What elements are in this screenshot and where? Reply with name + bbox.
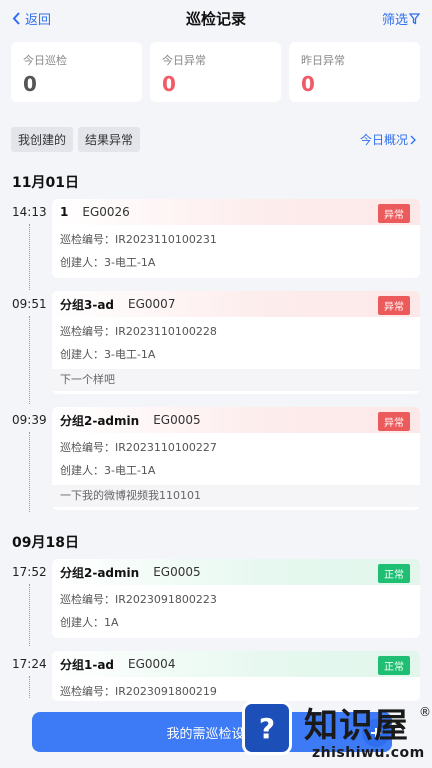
record-inspect-row: 巡检编号：IR2023110100231: [52, 228, 420, 251]
filter-chips: 我创建的 结果异常: [11, 127, 145, 152]
stat-value: 0: [23, 72, 37, 96]
today-overview-link[interactable]: 今日概况: [360, 131, 416, 148]
record-creator-row: 创建人：1A: [52, 611, 420, 634]
record-creator-row: 创建人：3-电工-1A: [52, 251, 420, 274]
creator-name: 3-电工-1A: [104, 348, 156, 361]
creator-name: 1A: [104, 616, 119, 629]
record-device-code: EG0004: [128, 657, 176, 671]
record-card[interactable]: 分组3-ad EG0007 异常 巡检编号：IR2023110100228 创建…: [52, 291, 420, 394]
record-group: 分组1-ad: [60, 657, 115, 672]
inspect-number: IR2023091800223: [115, 593, 217, 606]
record-head: 分组3-ad EG0007 异常: [52, 291, 420, 317]
chevron-right-icon: [410, 135, 416, 144]
timeline-line: [29, 676, 30, 698]
record-time: 09:39: [12, 413, 47, 427]
record-inspect-row: 巡检编号：IR2023110100227: [52, 436, 420, 459]
record-creator-row: 创建人：3-电工-1A: [52, 459, 420, 482]
record-group: 分组3-ad: [60, 297, 115, 312]
inspect-number: IR2023110100231: [115, 233, 217, 246]
filter-label: 筛选: [381, 13, 408, 28]
record-group: 分组2-admin: [60, 565, 140, 580]
nav-bar: 返回 巡检记录 筛选: [0, 0, 432, 36]
status-badge: 异常: [378, 204, 410, 223]
inspect-label: 巡检编号：: [60, 685, 115, 698]
record-device-code: EG0026: [82, 205, 130, 219]
watermark-brand: 知识屋: [304, 706, 409, 746]
date-header: 09月18日: [12, 535, 79, 551]
timeline-line: [29, 432, 30, 512]
chip-result-abnormal[interactable]: 结果异常: [78, 127, 141, 152]
watermark: ? 知识屋 ® zhishiwu.com: [236, 695, 432, 768]
record-time: 09:51: [12, 297, 47, 311]
record-group: 分组2-admin: [60, 413, 140, 428]
record-group: 1: [60, 205, 69, 219]
chip-created-by-me[interactable]: 我创建的: [11, 127, 74, 152]
creator-name: 3-电工-1A: [104, 464, 156, 477]
record-device-code: EG0005: [153, 413, 201, 427]
record-note: 下一个样吧: [52, 369, 420, 391]
stat-label: 昨日异常: [301, 54, 345, 67]
stats-row: 今日巡检 0 今日异常 0 昨日异常 0: [11, 42, 421, 102]
status-badge: 正常: [378, 656, 410, 675]
stat-value: 0: [301, 72, 315, 96]
timeline-line: [29, 584, 30, 646]
stat-value: 0: [162, 72, 176, 96]
inspect-number: IR2023110100228: [115, 325, 217, 338]
status-badge: 正常: [378, 564, 410, 583]
inspect-number: IR2023091800219: [115, 685, 217, 698]
creator-label: 创建人：: [60, 256, 104, 269]
record-card[interactable]: 分组2-admin EG0005 正常 巡检编号：IR2023091800223…: [52, 559, 420, 638]
inspect-label: 巡检编号：: [60, 233, 115, 246]
page-title: 巡检记录: [185, 10, 246, 28]
date-header: 11月01日: [12, 175, 79, 191]
record-card[interactable]: 分组2-admin EG0005 异常 巡检编号：IR2023110100227…: [52, 407, 420, 510]
record-head: 分组2-admin EG0005 正常: [52, 559, 420, 585]
stat-today-inspections: 今日巡检 0: [11, 42, 142, 102]
record-inspect-row: 巡检编号：IR2023091800223: [52, 588, 420, 611]
record-time: 17:52: [12, 565, 47, 579]
record-time: 14:13: [12, 205, 47, 219]
record-time: 17:24: [12, 657, 47, 671]
timeline-line: [29, 224, 30, 290]
stat-today-abnormal: 今日异常 0: [150, 42, 281, 102]
creator-name: 3-电工-1A: [104, 256, 156, 269]
inspect-number: IR2023110100227: [115, 441, 217, 454]
overview-label: 今日概况: [359, 133, 408, 147]
status-badge: 异常: [378, 412, 410, 431]
status-badge: 异常: [378, 296, 410, 315]
inspect-label: 巡检编号：: [60, 441, 115, 454]
stat-yesterday-abnormal: 昨日异常 0: [289, 42, 420, 102]
record-card[interactable]: 1 EG0026 异常 巡检编号：IR2023110100231 创建人：3-电…: [52, 199, 420, 278]
record-head: 1 EG0026 异常: [52, 199, 420, 225]
inspect-label: 巡检编号：: [60, 593, 115, 606]
record-device-code: EG0007: [128, 297, 176, 311]
inspect-label: 巡检编号：: [60, 325, 115, 338]
watermark-url: zhishiwu.com: [312, 745, 425, 761]
creator-label: 创建人：: [60, 464, 104, 477]
record-head: 分组2-admin EG0005 异常: [52, 407, 420, 433]
creator-label: 创建人：: [60, 616, 104, 629]
funnel-icon: [409, 12, 420, 25]
record-inspect-row: 巡检编号：IR2023110100228: [52, 320, 420, 343]
stat-label: 今日巡检: [23, 54, 67, 67]
record-creator-row: 创建人：3-电工-1A: [52, 343, 420, 366]
question-monitor-icon: ?: [242, 701, 292, 755]
filter-button[interactable]: 筛选: [382, 9, 420, 28]
timeline-line: [29, 316, 30, 404]
record-note: 一下我的微博视频我110101: [52, 485, 420, 507]
stat-label: 今日异常: [162, 54, 206, 67]
record-card[interactable]: 分组1-ad EG0004 正常 巡检编号：IR2023091800219: [52, 651, 420, 701]
registered-mark: ®: [419, 705, 431, 719]
creator-label: 创建人：: [60, 348, 104, 361]
record-device-code: EG0005: [153, 565, 201, 579]
record-head: 分组1-ad EG0004 正常: [52, 651, 420, 677]
